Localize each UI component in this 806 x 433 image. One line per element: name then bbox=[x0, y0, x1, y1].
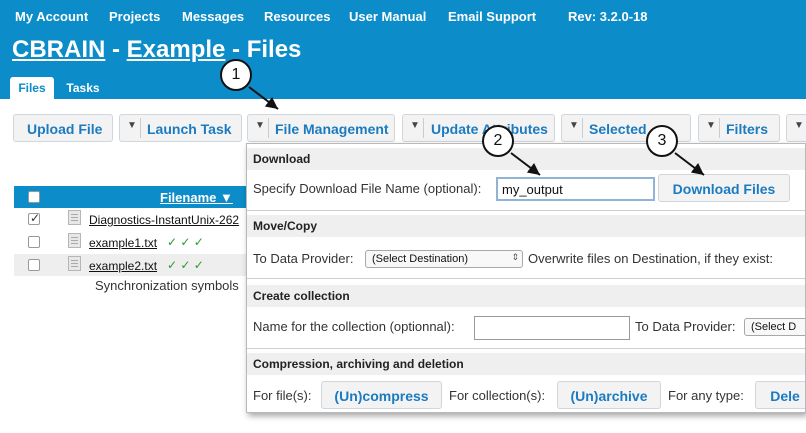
callout-3: 3 bbox=[646, 125, 678, 157]
callout-3-arrow bbox=[674, 152, 705, 176]
callout-2: 2 bbox=[482, 125, 514, 157]
callout-1-arrow bbox=[248, 86, 279, 110]
callout-1: 1 bbox=[220, 59, 252, 91]
callout-2-arrow bbox=[510, 152, 541, 176]
annotation-arrows bbox=[248, 86, 705, 176]
